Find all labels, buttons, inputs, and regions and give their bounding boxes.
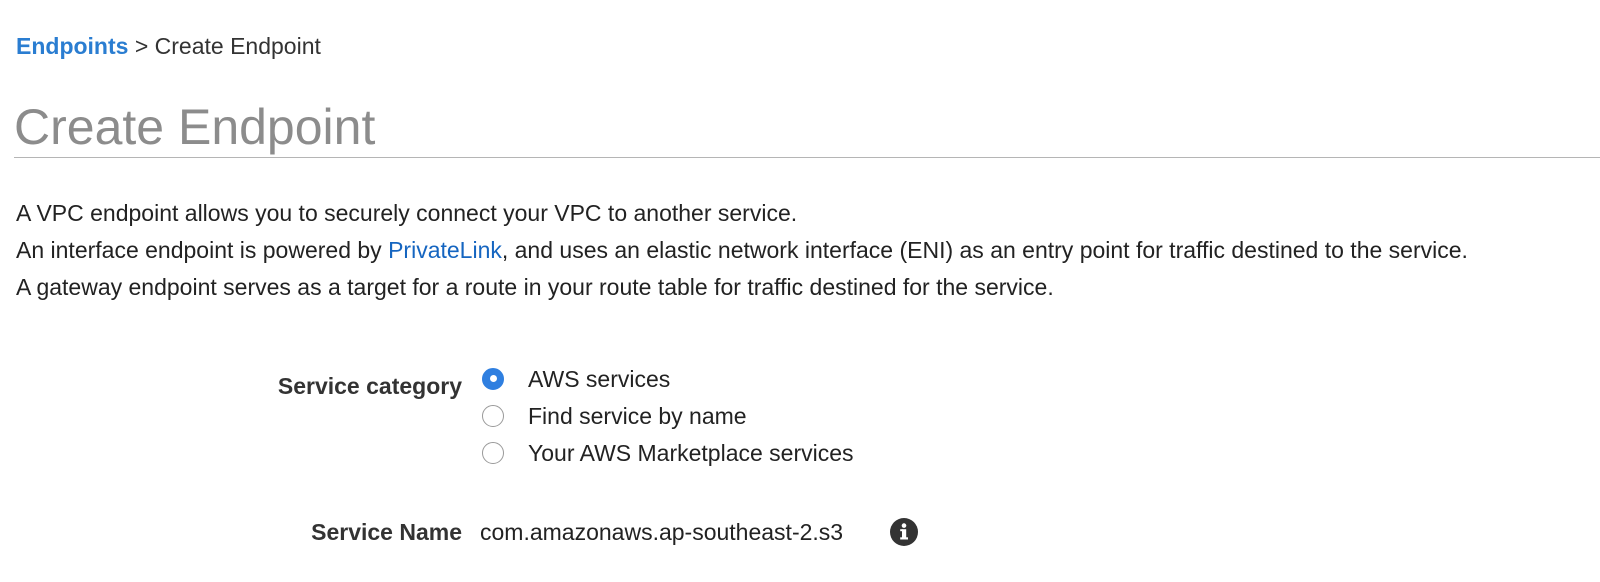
privatelink-link[interactable]: PrivateLink: [388, 237, 502, 263]
info-icon[interactable]: [890, 518, 918, 546]
radio-button-marketplace[interactable]: [482, 441, 504, 464]
radio-label-find-by-name[interactable]: Find service by name: [528, 400, 747, 432]
radio-option-find-by-name[interactable]: Find service by name: [482, 397, 854, 434]
description-interface-text-rest: , and uses an elastic network interface …: [501, 237, 1468, 263]
radio-option-aws-services[interactable]: AWS services: [482, 360, 854, 397]
page-title: Create Endpoint: [14, 99, 376, 155]
radio-label-marketplace[interactable]: Your AWS Marketplace services: [528, 437, 854, 469]
breadcrumb-separator: >: [134, 33, 149, 59]
description-line-gateway: A gateway endpoint serves as a target fo…: [16, 274, 1054, 300]
title-divider: [14, 157, 1600, 158]
breadcrumb: Endpoints > Create Endpoint: [16, 30, 321, 62]
radio-button-find-by-name[interactable]: [482, 404, 504, 427]
description-line-interface: An interface endpoint is powered by Priv…: [16, 232, 1576, 269]
radio-button-aws-services[interactable]: [482, 367, 504, 390]
radio-label-aws-services[interactable]: AWS services: [528, 363, 670, 395]
radio-option-marketplace[interactable]: Your AWS Marketplace services: [482, 434, 854, 471]
description-line-vpc: A VPC endpoint allows you to securely co…: [16, 200, 798, 226]
breadcrumb-endpoints-link[interactable]: Endpoints: [16, 33, 128, 59]
description: A VPC endpoint allows you to securely co…: [16, 195, 1576, 306]
service-category-radio-group: AWS services Find service by name Your A…: [482, 360, 854, 471]
breadcrumb-current: Create Endpoint: [154, 33, 321, 59]
service-name-value: com.amazonaws.ap-southeast-2.s3: [480, 519, 844, 545]
service-category-label: Service category: [277, 373, 462, 399]
description-interface-text: An interface endpoint is powered by: [16, 237, 389, 263]
service-name-label: Service Name: [311, 519, 462, 545]
create-endpoint-page: Endpoints > Create Endpoint Create Endpo…: [0, 0, 1600, 582]
